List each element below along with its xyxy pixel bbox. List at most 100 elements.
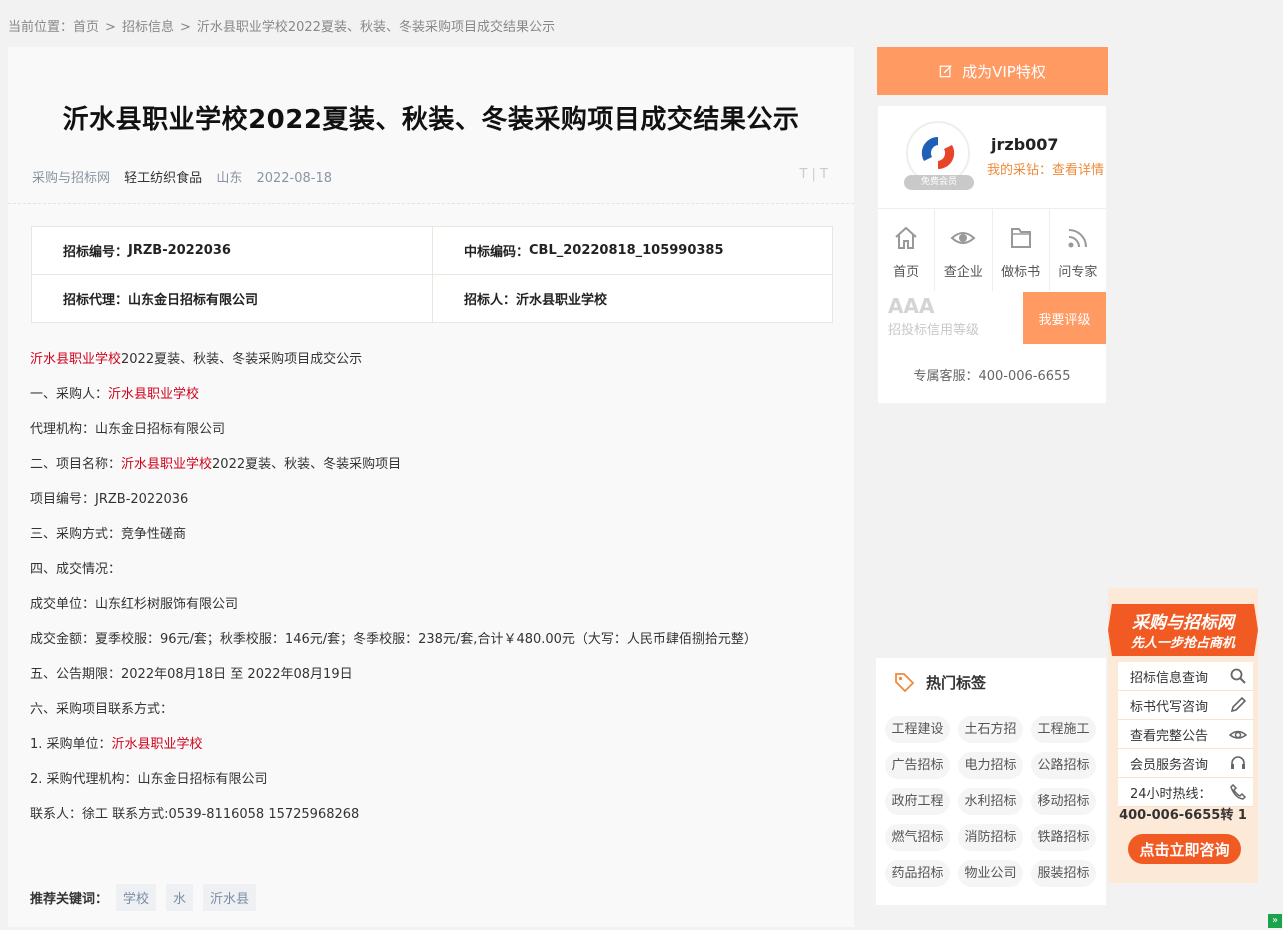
- shortcut-home[interactable]: 首页: [878, 209, 936, 291]
- apply-rating-button[interactable]: 我要评级: [1023, 292, 1106, 344]
- logo-icon: [921, 136, 955, 170]
- body-line: 联系人：徐工 联系方式:0539-8116058 15725968268: [30, 807, 360, 822]
- phone-icon: [1230, 783, 1247, 800]
- divider: [8, 203, 854, 204]
- promo-hotline-number: 400-006-6655转 1: [1119, 808, 1247, 823]
- body-line: 三、采购方式：竞争性磋商: [30, 527, 187, 542]
- purchaser-link[interactable]: 沂水县职业学校: [121, 457, 212, 472]
- body-line: 四、成交情况：: [30, 562, 122, 577]
- promo-item-membership[interactable]: 会员服务咨询: [1118, 749, 1253, 778]
- hot-tag[interactable]: 土石方招: [958, 716, 1023, 743]
- font-size-toggle[interactable]: T | T: [799, 167, 828, 182]
- become-vip-button[interactable]: 成为VIP特权: [877, 47, 1108, 95]
- breadcrumb-home-link[interactable]: 首页: [73, 20, 99, 35]
- body-line: 成交单位：山东红杉树服饰有限公司: [30, 597, 239, 612]
- hot-tag[interactable]: 电力招标: [958, 752, 1023, 779]
- hot-tag[interactable]: 广告招标: [885, 752, 950, 779]
- tenderer-value: 沂水县职业学校: [516, 293, 608, 308]
- article-title: 沂水县职业学校2022夏装、秋装、冬装采购项目成交结果公示: [62, 105, 800, 135]
- pencil-icon: [1230, 696, 1247, 713]
- body-line: 1. 采购单位：沂水县职业学校: [30, 735, 830, 770]
- username: jrzb007: [991, 135, 1059, 154]
- shortcut-expert[interactable]: 问专家: [1050, 209, 1106, 291]
- hot-tag[interactable]: 公路招标: [1031, 752, 1096, 779]
- promo-item-label: 标书代写咨询: [1130, 699, 1209, 715]
- eye-icon: [950, 232, 976, 244]
- user-card: 免费会员 jrzb007 我的采钻：查看详情 首页 查企业 做标书 问专家 AA…: [878, 106, 1106, 403]
- bid-number-cell: 招标编号： JRZB-2022036: [32, 227, 432, 274]
- purchaser-link[interactable]: 沂水县职业学校: [112, 737, 203, 752]
- info-row: 招标编号： JRZB-2022036 中标编码： CBL_20220818_1059…: [32, 227, 832, 275]
- keywords-bar: 推荐关键词： 学校 水 沂水县: [30, 884, 266, 911]
- body-line: 2. 采购代理机构：山东金日招标有限公司: [30, 772, 268, 787]
- hot-tag[interactable]: 服装招标: [1031, 860, 1096, 887]
- promo-item-hotline[interactable]: 24小时热线：: [1118, 778, 1253, 807]
- shortcut-label: 问专家: [1058, 265, 1098, 280]
- edit-icon: [939, 65, 952, 78]
- folder-icon: [1010, 228, 1031, 248]
- points-label: 我的采钻：: [987, 163, 1053, 178]
- tenderer-cell: 招标人： 沂水县职业学校: [432, 275, 832, 322]
- promo-item-label: 24小时热线：: [1130, 786, 1212, 802]
- breadcrumb-separator: >: [105, 20, 116, 35]
- promo-list: 招标信息查询 标书代写咨询 查看完整公告 会员服务咨询 24小时热线：: [1118, 662, 1253, 807]
- hot-tags-panel: 热门标签 工程建设 土石方招 工程施工 广告招标 电力招标 公路招标 政府工程 …: [876, 658, 1106, 905]
- meta-site-link[interactable]: 采购与招标网: [32, 171, 110, 186]
- user-points: 我的采钻：查看详情: [987, 159, 1104, 178]
- breadcrumb-category-link[interactable]: 招标信息: [122, 20, 174, 35]
- hot-tag[interactable]: 移动招标: [1031, 788, 1096, 815]
- shortcut-company[interactable]: 查企业: [935, 209, 993, 291]
- home-icon: [895, 226, 917, 249]
- points-detail-link[interactable]: 查看详情: [1052, 163, 1104, 178]
- article-meta: 采购与招标网 轻工纺织食品 山东 2022-08-18: [32, 167, 332, 186]
- win-code-cell: 中标编码： CBL_20220818_105990385: [432, 227, 832, 274]
- body-line: 一、采购人：沂水县职业学校: [30, 385, 830, 420]
- promo-item-announcement[interactable]: 查看完整公告: [1118, 720, 1253, 749]
- bid-info-table: 招标编号： JRZB-2022036 中标编码： CBL_20220818_1059…: [31, 226, 833, 323]
- hot-tag[interactable]: 药品招标: [885, 860, 950, 887]
- meta-category: 轻工纺织食品: [124, 171, 203, 186]
- member-badge: 免费会员: [904, 175, 974, 190]
- purchaser-link[interactable]: 沂水县职业学校: [108, 387, 199, 402]
- promo-item-label: 查看完整公告: [1130, 728, 1209, 744]
- body-text: 二、项目名称：: [30, 457, 122, 472]
- rating-level: AAA: [888, 294, 935, 318]
- purchaser-link[interactable]: 沂水县职业学校: [30, 352, 121, 367]
- hot-tag[interactable]: 工程建设: [885, 716, 950, 743]
- promo-item-label: 会员服务咨询: [1130, 757, 1209, 773]
- promo-item-search[interactable]: 招标信息查询: [1118, 662, 1253, 691]
- hot-tag[interactable]: 燃气招标: [885, 824, 950, 851]
- breadcrumb-current: 沂水县职业学校2022夏装、秋装、冬装采购项目成交结果公示: [196, 20, 555, 35]
- tag-icon: [895, 673, 915, 693]
- hot-tag[interactable]: 工程施工: [1031, 716, 1096, 743]
- keyword-tag[interactable]: 学校: [116, 884, 157, 911]
- shortcut-bid-doc[interactable]: 做标书: [993, 209, 1050, 291]
- hot-tags-header: 热门标签: [893, 671, 986, 693]
- shortcut-label: 首页: [893, 265, 920, 280]
- keyword-tag[interactable]: 水: [166, 884, 194, 911]
- expand-icon[interactable]: »: [1268, 914, 1282, 928]
- rating-info: AAA 招投标信用等级: [878, 292, 1023, 344]
- hot-tag[interactable]: 政府工程: [885, 788, 950, 815]
- body-line: 五、公告期限：2022年08月18日 至 2022年08月19日: [30, 667, 353, 682]
- promo-header: 采购与招标网 先人一步抢占商机: [1108, 602, 1258, 658]
- bid-number-value: JRZB-2022036: [128, 243, 231, 258]
- customer-service: 专属客服：400-006-6655: [913, 369, 1071, 384]
- hot-tag[interactable]: 消防招标: [958, 824, 1023, 851]
- agent-label: 招标代理：: [63, 293, 129, 308]
- body-line: 二、项目名称：沂水县职业学校2022夏装、秋装、冬装采购项目: [30, 455, 830, 490]
- keyword-tag[interactable]: 沂水县: [203, 884, 257, 911]
- meta-region-link[interactable]: 山东: [216, 171, 242, 186]
- promo-item-writing[interactable]: 标书代写咨询: [1118, 691, 1253, 720]
- body-text: 一、采购人：: [30, 387, 109, 402]
- body-text: 1. 采购单位：: [30, 737, 112, 752]
- body-line: 沂水县职业学校2022夏装、秋装、冬装采购项目成交公示: [30, 350, 830, 385]
- hot-tag[interactable]: 铁路招标: [1031, 824, 1096, 851]
- hot-tag[interactable]: 物业公司: [958, 860, 1023, 887]
- body-line: 六、采购项目联系方式：: [30, 702, 174, 717]
- hot-tag[interactable]: 水利招标: [958, 788, 1023, 815]
- shortcut-label: 查企业: [943, 265, 983, 280]
- bid-number-label: 招标编号：: [63, 245, 129, 260]
- shortcut-bar: 首页 查企业 做标书 问专家: [878, 208, 1106, 291]
- consult-now-button[interactable]: 点击立即咨询: [1128, 834, 1241, 864]
